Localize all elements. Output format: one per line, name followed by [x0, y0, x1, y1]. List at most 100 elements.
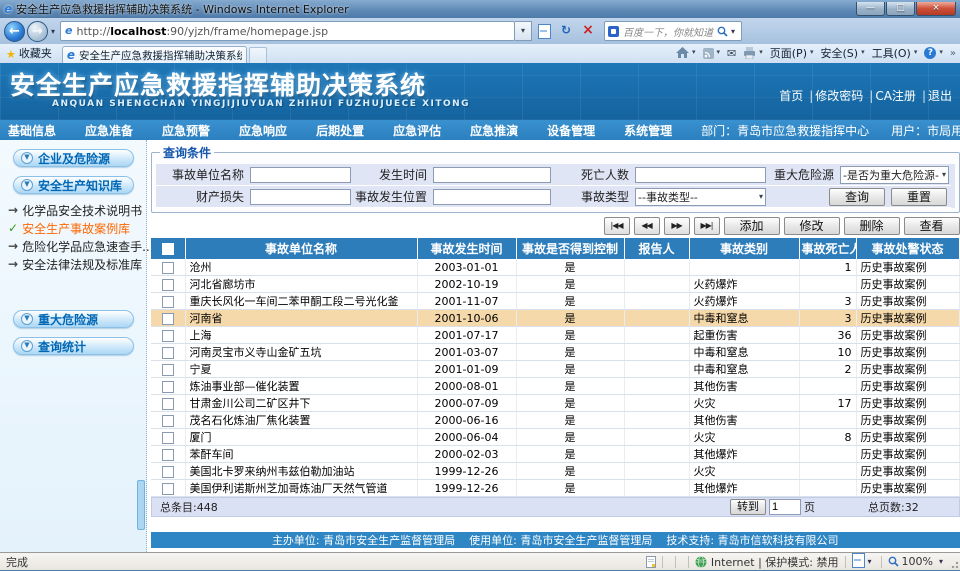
- row-checkbox[interactable]: [162, 483, 174, 495]
- sidebar-section-query-stats[interactable]: ▼ 查询统计: [13, 337, 134, 355]
- add-button[interactable]: 添加: [724, 217, 780, 235]
- new-tab-button[interactable]: [249, 47, 267, 63]
- sidebar-item-laws-standards[interactable]: → 安全法律法规及标准库: [8, 255, 144, 273]
- view-button[interactable]: 查看: [904, 217, 960, 235]
- favorites-star-icon[interactable]: ★: [6, 48, 16, 61]
- table-row[interactable]: 重庆长风化一车间二苯甲酮工段二号光化釜2001-11-07是火药爆炸3历史事故案…: [151, 293, 959, 310]
- search-button[interactable]: 查询: [829, 188, 885, 206]
- home-icon[interactable]: [676, 47, 689, 59]
- reset-button[interactable]: 重置: [891, 188, 947, 206]
- sidebar-item-chemical-msds[interactable]: → 化学品安全技术说明书: [8, 201, 144, 219]
- page-number-input[interactable]: [769, 499, 801, 515]
- delete-button[interactable]: 删除: [844, 217, 900, 235]
- url-input[interactable]: e http://localhost:90/yjzh/frame/homepag…: [60, 21, 515, 41]
- nav-emergency-prepare[interactable]: 应急准备: [85, 122, 133, 139]
- table-row[interactable]: 苯酐车间2000-02-03是其他爆炸历史事故案例: [151, 446, 959, 463]
- feeds-dropdown-icon[interactable]: ▾: [717, 48, 721, 58]
- major-hazard-select[interactable]: -是否为重大危险源-▾: [840, 166, 949, 184]
- row-checkbox[interactable]: [162, 415, 174, 427]
- row-checkbox[interactable]: [162, 381, 174, 393]
- table-row[interactable]: 美国北卡罗来纳州韦兹伯勒加油站1999-12-26是火灾历史事故案例: [151, 463, 959, 480]
- table-row[interactable]: 河南灵宝市义寺山金矿五坑2001-03-07是中毒和窒息10历史事故案例: [151, 344, 959, 361]
- back-button[interactable]: ←: [4, 21, 25, 42]
- col-controlled[interactable]: 事故是否得到控制: [516, 238, 624, 259]
- table-row[interactable]: 上海2001-07-17是起重伤害36历史事故案例: [151, 327, 959, 344]
- col-unit-name[interactable]: 事故单位名称: [185, 238, 417, 259]
- nav-emergency-evaluation[interactable]: 应急评估: [393, 122, 441, 139]
- table-row[interactable]: 厦门2000-06-04是火灾8历史事故案例: [151, 429, 959, 446]
- table-row[interactable]: 河北省廊坊市2002-10-19是火药爆炸历史事故案例: [151, 276, 959, 293]
- col-reporter[interactable]: 报告人: [624, 238, 689, 259]
- menu-safety[interactable]: 安全(S): [821, 45, 859, 61]
- next-page-button[interactable]: ▶▶: [664, 217, 690, 235]
- maximize-button[interactable]: □: [886, 2, 915, 16]
- last-page-button[interactable]: ▶▶|: [694, 217, 720, 235]
- row-checkbox[interactable]: [162, 313, 174, 325]
- table-row[interactable]: 宁夏2001-01-09是中毒和窒息2历史事故案例: [151, 361, 959, 378]
- favorites-label[interactable]: 收藏夹: [19, 45, 52, 61]
- sidebar-item-hazchem-quickref[interactable]: → 危险化学品应急速查手...: [8, 237, 144, 255]
- nav-emergency-response[interactable]: 应急响应: [239, 122, 287, 139]
- sidebar-section-enterprise-hazard[interactable]: ▼ 企业及危险源: [13, 149, 134, 167]
- row-checkbox[interactable]: [162, 262, 174, 274]
- link-home[interactable]: 首页: [779, 89, 803, 103]
- link-change-password[interactable]: 修改密码: [815, 89, 863, 103]
- browser-tab[interactable]: e 安全生产应急救援指挥辅助决策系统: [62, 46, 247, 63]
- row-checkbox[interactable]: [162, 398, 174, 410]
- table-row[interactable]: 美国伊利诺斯州芝加哥炼油厂天然气管道1999-12-26是其他爆炸历史事故案例: [151, 480, 959, 497]
- row-checkbox[interactable]: [162, 296, 174, 308]
- property-loss-input[interactable]: [250, 189, 351, 205]
- menu-page[interactable]: 页面(P): [770, 45, 807, 61]
- row-checkbox[interactable]: [162, 279, 174, 291]
- home-dropdown-icon[interactable]: ▾: [692, 48, 696, 58]
- select-all-checkbox[interactable]: [162, 243, 174, 255]
- table-row[interactable]: 甘肃金川公司二矿区井下2000-07-09是火灾17历史事故案例: [151, 395, 959, 412]
- compat-status-icon[interactable]: [852, 553, 865, 571]
- feeds-icon[interactable]: [703, 48, 714, 59]
- first-page-button[interactable]: |◀◀: [604, 217, 630, 235]
- refresh-button[interactable]: ↻: [556, 21, 576, 41]
- sidebar-scrollbar[interactable]: [137, 480, 145, 530]
- sidebar-section-knowledge-base[interactable]: ▼ 安全生产知识库: [13, 176, 134, 194]
- address-dropdown-button[interactable]: ▾: [515, 21, 532, 41]
- nav-emergency-warning[interactable]: 应急预警: [162, 122, 210, 139]
- close-button[interactable]: ×: [916, 2, 956, 16]
- mail-icon[interactable]: ✉: [727, 47, 736, 60]
- edit-button[interactable]: 修改: [784, 217, 840, 235]
- link-logout[interactable]: 退出: [928, 89, 952, 103]
- nav-basic-info[interactable]: 基础信息: [8, 122, 56, 139]
- row-checkbox[interactable]: [162, 330, 174, 342]
- search-input[interactable]: 百度一下，你就知道 ▾: [604, 21, 742, 41]
- row-checkbox[interactable]: [162, 432, 174, 444]
- menu-tools[interactable]: 工具(O): [872, 45, 911, 61]
- goto-page-button[interactable]: 转到: [730, 499, 766, 515]
- more-commands-icon[interactable]: »: [950, 48, 956, 59]
- help-icon[interactable]: ?: [924, 47, 936, 59]
- search-icon[interactable]: [717, 26, 728, 37]
- deaths-input[interactable]: [635, 167, 766, 183]
- occur-time-input[interactable]: [433, 167, 551, 183]
- table-row[interactable]: 沧州2003-01-01是1历史事故案例: [151, 259, 959, 276]
- sidebar-section-major-hazard[interactable]: ▼ 重大危险源: [13, 310, 134, 328]
- col-deaths[interactable]: 事故死亡人数: [799, 238, 856, 259]
- location-input[interactable]: [433, 189, 551, 205]
- row-checkbox[interactable]: [162, 364, 174, 376]
- print-icon[interactable]: [743, 47, 756, 59]
- table-row[interactable]: 茂名石化炼油厂焦化装置2000-06-16是其他伤害历史事故案例: [151, 412, 959, 429]
- nav-equipment-mgmt[interactable]: 设备管理: [547, 122, 595, 139]
- col-category[interactable]: 事故类别: [689, 238, 799, 259]
- link-ca-register[interactable]: CA注册: [875, 89, 916, 103]
- col-status[interactable]: 事故处警状态: [856, 238, 959, 259]
- row-checkbox[interactable]: [162, 466, 174, 478]
- forward-button[interactable]: →: [27, 21, 48, 42]
- resize-grip[interactable]: [949, 559, 959, 569]
- unit-name-input[interactable]: [250, 167, 351, 183]
- recent-pages-dropdown-icon[interactable]: ▾: [48, 27, 58, 36]
- table-row[interactable]: 炼油事业部—催化装置2000-08-01是其他伤害历史事故案例: [151, 378, 959, 395]
- accident-type-select[interactable]: --事故类型--▾: [635, 188, 766, 206]
- print-dropdown-icon[interactable]: ▾: [759, 48, 763, 58]
- row-checkbox[interactable]: [162, 449, 174, 461]
- sidebar-item-accident-cases[interactable]: ✓ 安全生产事故案例库: [8, 219, 144, 237]
- row-checkbox[interactable]: [162, 347, 174, 359]
- compatibility-view-button[interactable]: [534, 21, 554, 41]
